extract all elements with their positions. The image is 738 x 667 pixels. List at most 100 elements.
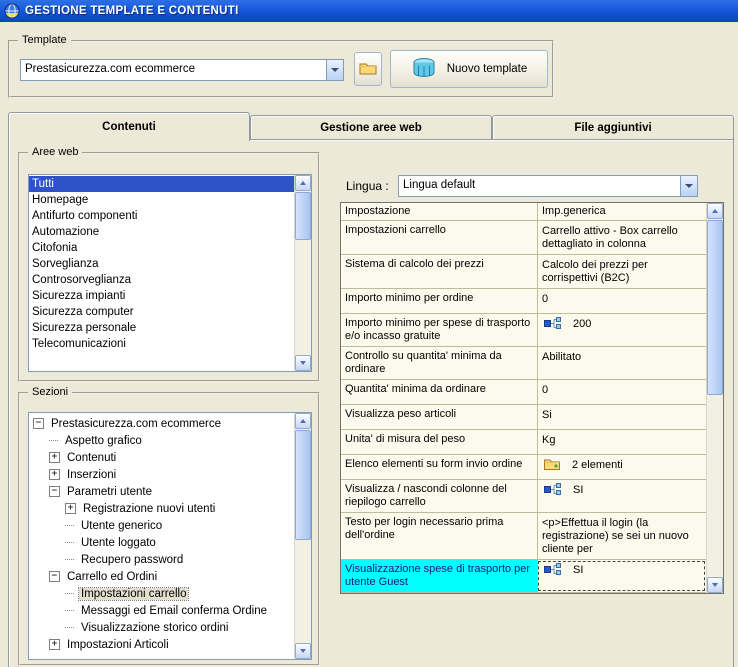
- aree-web-item[interactable]: Sicurezza computer: [29, 304, 294, 320]
- tab-contenuti[interactable]: Contenuti: [8, 112, 250, 141]
- aree-web-item[interactable]: Homepage: [29, 192, 294, 208]
- tree-node[interactable]: − Parametri utente: [29, 483, 294, 500]
- tree-node[interactable]: + Impostazioni Articoli: [29, 636, 294, 653]
- scroll-thumb[interactable]: [707, 220, 723, 395]
- template-combo-dropdown-button[interactable]: [326, 60, 343, 80]
- settings-row[interactable]: Visualizza / nascondi colonne del riepil…: [341, 480, 706, 513]
- aree-web-scrollbar[interactable]: [294, 175, 311, 371]
- setting-value[interactable]: 0: [537, 289, 706, 313]
- tree-node[interactable]: Aspetto grafico: [29, 432, 294, 449]
- settings-row[interactable]: Visualizza peso articoli Si: [341, 405, 706, 430]
- settings-row[interactable]: Sistema di calcolo dei prezzi Calcolo dei…: [341, 255, 706, 289]
- sezioni-scrollbar[interactable]: [294, 413, 311, 659]
- aree-web-item[interactable]: Sorveglianza: [29, 256, 294, 272]
- tree-node-label: Messaggi ed Email conferma Ordine: [81, 604, 267, 617]
- setting-value[interactable]: Si: [537, 405, 706, 429]
- setting-value[interactable]: 0: [537, 380, 706, 404]
- settings-row[interactable]: Visualizzazione spese di trasporto per u…: [341, 560, 706, 593]
- setting-name: Importo minimo per ordine: [341, 289, 537, 313]
- aree-web-listbox[interactable]: Tutti Homepage Antifurto componenti Automaz…: [28, 174, 312, 372]
- expand-icon[interactable]: +: [49, 452, 60, 463]
- arrow-down-icon: [300, 361, 306, 365]
- aree-web-item[interactable]: Automazione: [29, 224, 294, 240]
- scroll-down-button[interactable]: [295, 355, 311, 371]
- aree-web-item[interactable]: Sicurezza personale: [29, 320, 294, 336]
- aree-web-item[interactable]: Tutti: [29, 176, 294, 192]
- expand-icon[interactable]: +: [65, 503, 76, 514]
- scroll-thumb[interactable]: [295, 192, 311, 240]
- scroll-thumb[interactable]: [295, 430, 311, 540]
- setting-value[interactable]: Kg: [537, 430, 706, 454]
- tree-node[interactable]: − Prestasicurezza.com ecommerce: [29, 415, 294, 432]
- new-template-button[interactable]: Nuovo template: [390, 50, 548, 88]
- tree-connector: [49, 440, 58, 441]
- tree-node[interactable]: Utente loggato: [29, 534, 294, 551]
- settings-row[interactable]: Testo per login necessario prima dell'or…: [341, 513, 706, 560]
- setting-value[interactable]: SI: [537, 560, 706, 592]
- setting-value[interactable]: 2 elementi: [537, 455, 706, 479]
- expand-icon[interactable]: +: [49, 469, 60, 480]
- tree-node[interactable]: − Carrello ed Ordini: [29, 568, 294, 585]
- sezioni-group-label: Sezioni: [28, 386, 73, 398]
- setting-value[interactable]: SI: [537, 480, 706, 512]
- expand-icon[interactable]: +: [49, 639, 60, 650]
- aree-web-item[interactable]: Antifurto componenti: [29, 208, 294, 224]
- tree-node[interactable]: + Contenuti: [29, 449, 294, 466]
- setting-value[interactable]: Abilitato: [537, 347, 706, 379]
- tree-node-label: Carrello ed Ordini: [67, 570, 158, 583]
- aree-web-item[interactable]: Controsorveglianza: [29, 272, 294, 288]
- scroll-up-button[interactable]: [707, 203, 723, 219]
- tab-gestione-aree-web[interactable]: Gestione aree web: [250, 115, 492, 140]
- open-template-button[interactable]: [354, 52, 382, 86]
- aree-web-item[interactable]: Citofonia: [29, 240, 294, 256]
- tree-node[interactable]: Recupero password: [29, 551, 294, 568]
- tree-node-label: Visualizzazione storico ordini: [81, 621, 229, 634]
- aree-web-item[interactable]: Telecomunicazioni: [29, 336, 294, 352]
- setting-value[interactable]: Calcolo dei prezzi per corrispettivi (B2…: [537, 255, 706, 288]
- lingua-combo-dropdown-button[interactable]: [680, 176, 697, 196]
- titlebar: GESTIONE TEMPLATE E CONTENUTI: [0, 0, 738, 22]
- setting-value[interactable]: <p>Effettua il login (la registrazione) …: [537, 513, 706, 559]
- settings-scrollbar[interactable]: [706, 203, 723, 593]
- app-window: GESTIONE TEMPLATE E CONTENUTI Template P…: [0, 0, 738, 667]
- settings-row[interactable]: Impostazioni carrello Carrello attivo - B…: [341, 221, 706, 255]
- tree-node[interactable]: + Inserzioni: [29, 466, 294, 483]
- setting-name: Visualizza / nascondi colonne del riepil…: [341, 480, 537, 512]
- scroll-down-button[interactable]: [707, 577, 723, 593]
- template-combo-value: Prestasicurezza.com ecommerce: [25, 63, 195, 75]
- setting-value[interactable]: 200: [537, 314, 706, 346]
- settings-row[interactable]: Elenco elementi su form invio ordine 2 el…: [341, 455, 706, 480]
- tree-node[interactable]: Visualizzazione storico ordini: [29, 619, 294, 636]
- settings-row[interactable]: Importo minimo per spese di trasporto e/…: [341, 314, 706, 347]
- lingua-combo[interactable]: Lingua default: [398, 175, 698, 197]
- settings-row[interactable]: Controllo su quantita' minima da ordinar…: [341, 347, 706, 380]
- tree-node[interactable]: Utente generico: [29, 517, 294, 534]
- collapse-icon[interactable]: −: [49, 571, 60, 582]
- aree-web-item[interactable]: Sicurezza impianti: [29, 288, 294, 304]
- scroll-up-button[interactable]: [295, 175, 311, 191]
- folder-icon: [359, 61, 377, 78]
- setting-name: Sistema di calcolo dei prezzi: [341, 255, 537, 288]
- settings-row[interactable]: Importo minimo per ordine 0: [341, 289, 706, 314]
- scroll-up-button[interactable]: [295, 413, 311, 429]
- setting-value-text: Abilitato: [542, 351, 582, 363]
- settings-row[interactable]: Quantita' minima da ordinare 0: [341, 380, 706, 405]
- settings-row[interactable]: Unita' di misura del peso Kg: [341, 430, 706, 455]
- collapse-icon[interactable]: −: [33, 418, 44, 429]
- tree-node[interactable]: + Registrazione nuovi utenti: [29, 500, 294, 517]
- scroll-down-button[interactable]: [295, 643, 311, 659]
- setting-name: Impostazioni carrello: [341, 221, 537, 254]
- tab-file-aggiuntivi[interactable]: File aggiuntivi: [492, 115, 734, 140]
- app-icon: [4, 3, 20, 19]
- tree-node[interactable]: Impostazioni carrello: [29, 585, 294, 602]
- setting-value-text: 2 elementi: [572, 459, 623, 471]
- new-template-label: Nuovo template: [446, 63, 528, 75]
- setting-value[interactable]: Carrello attivo - Box carrello dettaglia…: [537, 221, 706, 254]
- sezioni-treebox[interactable]: − Prestasicurezza.com ecommerce Aspetto gr…: [28, 412, 312, 660]
- settings-grid: Impostazione Imp.generica Impostazioni c…: [341, 203, 706, 593]
- collapse-icon[interactable]: −: [49, 486, 60, 497]
- template-combo[interactable]: Prestasicurezza.com ecommerce: [20, 59, 344, 81]
- aree-web-group-label: Aree web: [28, 146, 83, 158]
- tree-node[interactable]: Messaggi ed Email conferma Ordine: [29, 602, 294, 619]
- folder-icon: [544, 458, 560, 470]
